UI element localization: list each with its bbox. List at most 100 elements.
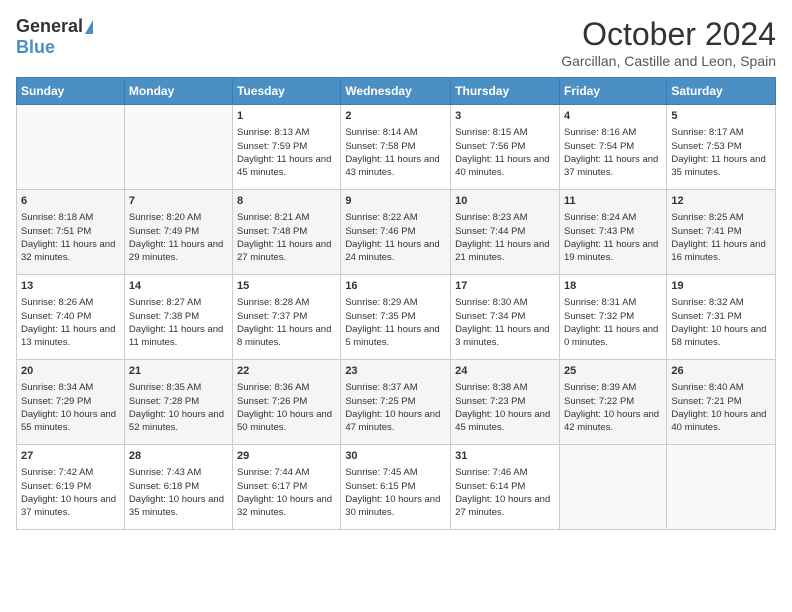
logo: General Blue [16,16,93,58]
day-number: 20 [21,364,120,379]
day-info: Sunrise: 8:23 AM Sunset: 7:44 PM Dayligh… [455,211,555,264]
calendar-cell: 13Sunrise: 8:26 AM Sunset: 7:40 PM Dayli… [17,275,125,360]
day-number: 1 [237,109,336,124]
day-number: 24 [455,364,555,379]
logo-blue-text: Blue [16,37,55,58]
day-number: 4 [564,109,662,124]
calendar-cell: 28 Sunrise: 7:43 AM Sunset: 6:18 PM Dayli… [124,445,232,530]
day-info: Sunrise: 8:39 AM Sunset: 7:22 PM Dayligh… [564,381,662,434]
day-number: 29 [237,449,336,464]
day-number: 21 [129,364,228,379]
day-number: 9 [345,194,446,209]
day-info: Sunrise: 8:34 AM Sunset: 7:29 PM Dayligh… [21,381,120,434]
calendar-cell: 1 Sunrise: 8:13 AM Sunset: 7:59 PM Daylig… [233,105,341,190]
month-title: October 2024 [561,16,776,53]
day-info: Sunrise: 8:14 AM Sunset: 7:58 PM Dayligh… [345,126,446,179]
calendar-header-row: SundayMondayTuesdayWednesdayThursdayFrid… [17,78,776,105]
day-number: 28 [129,449,228,464]
logo-triangle-icon [85,20,93,34]
calendar-cell: 16 Sunrise: 8:29 AM Sunset: 7:35 PM Dayli… [341,275,451,360]
day-info: Sunrise: 8:29 AM Sunset: 7:35 PM Dayligh… [345,296,446,349]
calendar-cell: 31 Sunrise: 7:46 AM Sunset: 6:14 PM Dayli… [451,445,560,530]
calendar-cell: 25 Sunrise: 8:39 AM Sunset: 7:22 PM Dayli… [559,360,666,445]
calendar-cell: 11Sunrise: 8:24 AM Sunset: 7:43 PM Dayli… [559,190,666,275]
day-number: 3 [455,109,555,124]
calendar-cell [667,445,776,530]
day-info: Sunrise: 8:20 AM Sunset: 7:49 PM Dayligh… [129,211,228,264]
calendar-cell: 29 Sunrise: 7:44 AM Sunset: 6:17 PM Dayli… [233,445,341,530]
calendar-week-row: 1 Sunrise: 8:13 AM Sunset: 7:59 PM Daylig… [17,105,776,190]
day-info: Sunrise: 8:37 AM Sunset: 7:25 PM Dayligh… [345,381,446,434]
location-title: Garcillan, Castille and Leon, Spain [561,53,776,69]
day-number: 25 [564,364,662,379]
day-info: Sunrise: 7:44 AM Sunset: 6:17 PM Dayligh… [237,466,336,519]
day-number: 27 [21,449,120,464]
day-info: Sunrise: 8:17 AM Sunset: 7:53 PM Dayligh… [671,126,771,179]
calendar-cell: 23 Sunrise: 8:37 AM Sunset: 7:25 PM Dayli… [341,360,451,445]
day-number: 30 [345,449,446,464]
day-of-week-header: Wednesday [341,78,451,105]
calendar-cell: 27Sunrise: 7:42 AM Sunset: 6:19 PM Dayli… [17,445,125,530]
calendar-cell: 2 Sunrise: 8:14 AM Sunset: 7:58 PM Daylig… [341,105,451,190]
logo-general-text: General [16,16,83,37]
day-info: Sunrise: 8:25 AM Sunset: 7:41 PM Dayligh… [671,211,771,264]
title-section: October 2024 Garcillan, Castille and Leo… [561,16,776,69]
calendar-week-row: 6Sunrise: 8:18 AM Sunset: 7:51 PM Daylig… [17,190,776,275]
day-info: Sunrise: 8:38 AM Sunset: 7:23 PM Dayligh… [455,381,555,434]
calendar-cell: 18Sunrise: 8:31 AM Sunset: 7:32 PM Dayli… [559,275,666,360]
day-number: 15 [237,279,336,294]
day-info: Sunrise: 8:21 AM Sunset: 7:48 PM Dayligh… [237,211,336,264]
day-of-week-header: Sunday [17,78,125,105]
calendar-cell: 4 Sunrise: 8:16 AM Sunset: 7:54 PM Daylig… [559,105,666,190]
calendar-cell: 21 Sunrise: 8:35 AM Sunset: 7:28 PM Dayli… [124,360,232,445]
day-number: 2 [345,109,446,124]
calendar-cell: 8 Sunrise: 8:21 AM Sunset: 7:48 PM Daylig… [233,190,341,275]
day-info: Sunrise: 8:15 AM Sunset: 7:56 PM Dayligh… [455,126,555,179]
day-number: 17 [455,279,555,294]
day-info: Sunrise: 8:27 AM Sunset: 7:38 PM Dayligh… [129,296,228,349]
page-header: General Blue October 2024 Garcillan, Cas… [16,16,776,69]
day-number: 23 [345,364,446,379]
day-of-week-header: Thursday [451,78,560,105]
calendar-cell: 26 Sunrise: 8:40 AM Sunset: 7:21 PM Dayli… [667,360,776,445]
day-info: Sunrise: 8:13 AM Sunset: 7:59 PM Dayligh… [237,126,336,179]
calendar-cell: 19 Sunrise: 8:32 AM Sunset: 7:31 PM Dayli… [667,275,776,360]
day-info: Sunrise: 7:46 AM Sunset: 6:14 PM Dayligh… [455,466,555,519]
day-number: 22 [237,364,336,379]
day-of-week-header: Tuesday [233,78,341,105]
day-of-week-header: Monday [124,78,232,105]
day-number: 12 [671,194,771,209]
calendar-cell [17,105,125,190]
calendar-cell [124,105,232,190]
day-number: 7 [129,194,228,209]
calendar-cell: 20 Sunrise: 8:34 AM Sunset: 7:29 PM Dayli… [17,360,125,445]
day-info: Sunrise: 8:18 AM Sunset: 7:51 PM Dayligh… [21,211,120,264]
calendar-cell: 6Sunrise: 8:18 AM Sunset: 7:51 PM Daylig… [17,190,125,275]
calendar-cell: 12 Sunrise: 8:25 AM Sunset: 7:41 PM Dayli… [667,190,776,275]
calendar-week-row: 13Sunrise: 8:26 AM Sunset: 7:40 PM Dayli… [17,275,776,360]
day-info: Sunrise: 8:30 AM Sunset: 7:34 PM Dayligh… [455,296,555,349]
day-number: 26 [671,364,771,379]
day-info: Sunrise: 7:43 AM Sunset: 6:18 PM Dayligh… [129,466,228,519]
day-number: 8 [237,194,336,209]
day-info: Sunrise: 7:45 AM Sunset: 6:15 PM Dayligh… [345,466,446,519]
day-number: 19 [671,279,771,294]
day-info: Sunrise: 8:35 AM Sunset: 7:28 PM Dayligh… [129,381,228,434]
day-number: 10 [455,194,555,209]
day-info: Sunrise: 8:24 AM Sunset: 7:43 PM Dayligh… [564,211,662,264]
day-of-week-header: Saturday [667,78,776,105]
calendar-cell: 30 Sunrise: 7:45 AM Sunset: 6:15 PM Dayli… [341,445,451,530]
day-info: Sunrise: 8:36 AM Sunset: 7:26 PM Dayligh… [237,381,336,434]
calendar-cell: 17 Sunrise: 8:30 AM Sunset: 7:34 PM Dayli… [451,275,560,360]
calendar-cell: 7 Sunrise: 8:20 AM Sunset: 7:49 PM Daylig… [124,190,232,275]
calendar-table: SundayMondayTuesdayWednesdayThursdayFrid… [16,77,776,530]
day-number: 31 [455,449,555,464]
calendar-cell: 24 Sunrise: 8:38 AM Sunset: 7:23 PM Dayli… [451,360,560,445]
calendar-cell: 5Sunrise: 8:17 AM Sunset: 7:53 PM Daylig… [667,105,776,190]
day-info: Sunrise: 8:32 AM Sunset: 7:31 PM Dayligh… [671,296,771,349]
day-info: Sunrise: 8:40 AM Sunset: 7:21 PM Dayligh… [671,381,771,434]
calendar-cell: 15Sunrise: 8:28 AM Sunset: 7:37 PM Dayli… [233,275,341,360]
day-number: 14 [129,279,228,294]
day-info: Sunrise: 8:16 AM Sunset: 7:54 PM Dayligh… [564,126,662,179]
day-number: 16 [345,279,446,294]
